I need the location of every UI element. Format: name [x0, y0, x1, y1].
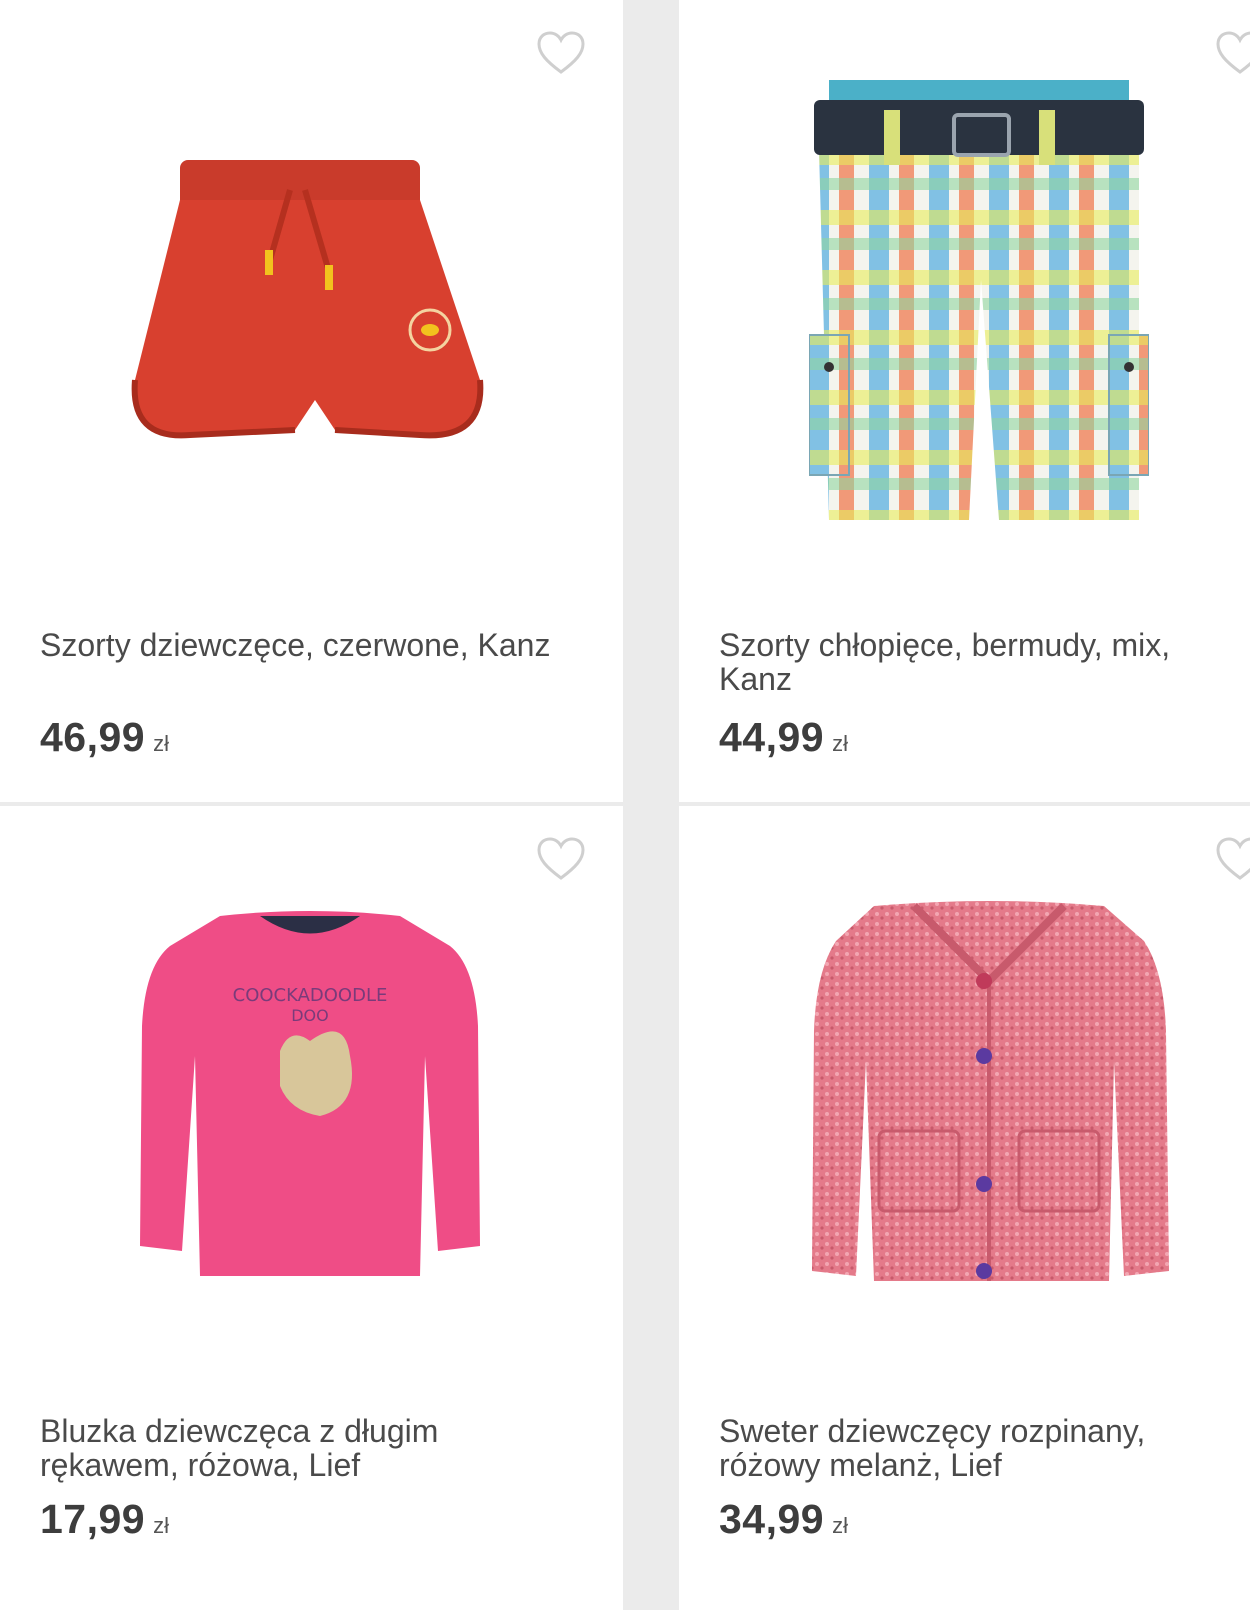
product-title[interactable]: Szorty dziewczęce, czerwone, Kanz: [40, 628, 600, 662]
product-grid: Szorty dziewczęce, czerwone, Kanz 46,99 z…: [0, 0, 1250, 1610]
product-card[interactable]: Sweter dziewczęcy rozpinany, różowy mela…: [679, 806, 1250, 1610]
currency-label: zł: [153, 1513, 169, 1538]
currency-label: zł: [153, 731, 169, 756]
pink-cardigan-image[interactable]: [804, 901, 1174, 1301]
product-card[interactable]: Szorty chłopięce, bermudy, mix, Kanz 44,…: [679, 0, 1250, 802]
favorite-heart-icon[interactable]: [536, 30, 586, 76]
product-title[interactable]: Bluzka dziewczęca z długim rękawem, różo…: [40, 1414, 500, 1482]
price-value: 46,99: [40, 714, 146, 760]
price-row: 46,99 zł: [40, 714, 169, 761]
svg-text:COOCKADOODLE: COOCKADOODLE: [233, 985, 388, 1006]
pink-long-sleeve-top-image[interactable]: COOCKADOODLE DOO: [130, 906, 490, 1296]
red-shorts-image[interactable]: [120, 150, 500, 460]
currency-label: zł: [832, 1513, 848, 1538]
favorite-heart-icon[interactable]: [536, 836, 586, 882]
product-card[interactable]: COOCKADOODLE DOO Bluzka dziewczęca z dłu…: [0, 806, 623, 1610]
currency-label: zł: [832, 731, 848, 756]
favorite-heart-icon[interactable]: [1215, 836, 1250, 882]
price-value: 34,99: [719, 1496, 825, 1542]
product-title[interactable]: Szorty chłopięce, bermudy, mix, Kanz: [719, 628, 1229, 696]
price-row: 44,99 zł: [719, 714, 848, 761]
plaid-bermuda-shorts-image[interactable]: [809, 80, 1149, 540]
price-value: 17,99: [40, 1496, 146, 1542]
svg-text:DOO: DOO: [291, 1006, 329, 1025]
product-title[interactable]: Sweter dziewczęcy rozpinany, różowy mela…: [719, 1414, 1219, 1482]
price-row: 34,99 zł: [719, 1496, 848, 1543]
price-row: 17,99 zł: [40, 1496, 169, 1543]
favorite-heart-icon[interactable]: [1215, 30, 1250, 76]
price-value: 44,99: [719, 714, 825, 760]
product-card[interactable]: Szorty dziewczęce, czerwone, Kanz 46,99 z…: [0, 0, 623, 802]
